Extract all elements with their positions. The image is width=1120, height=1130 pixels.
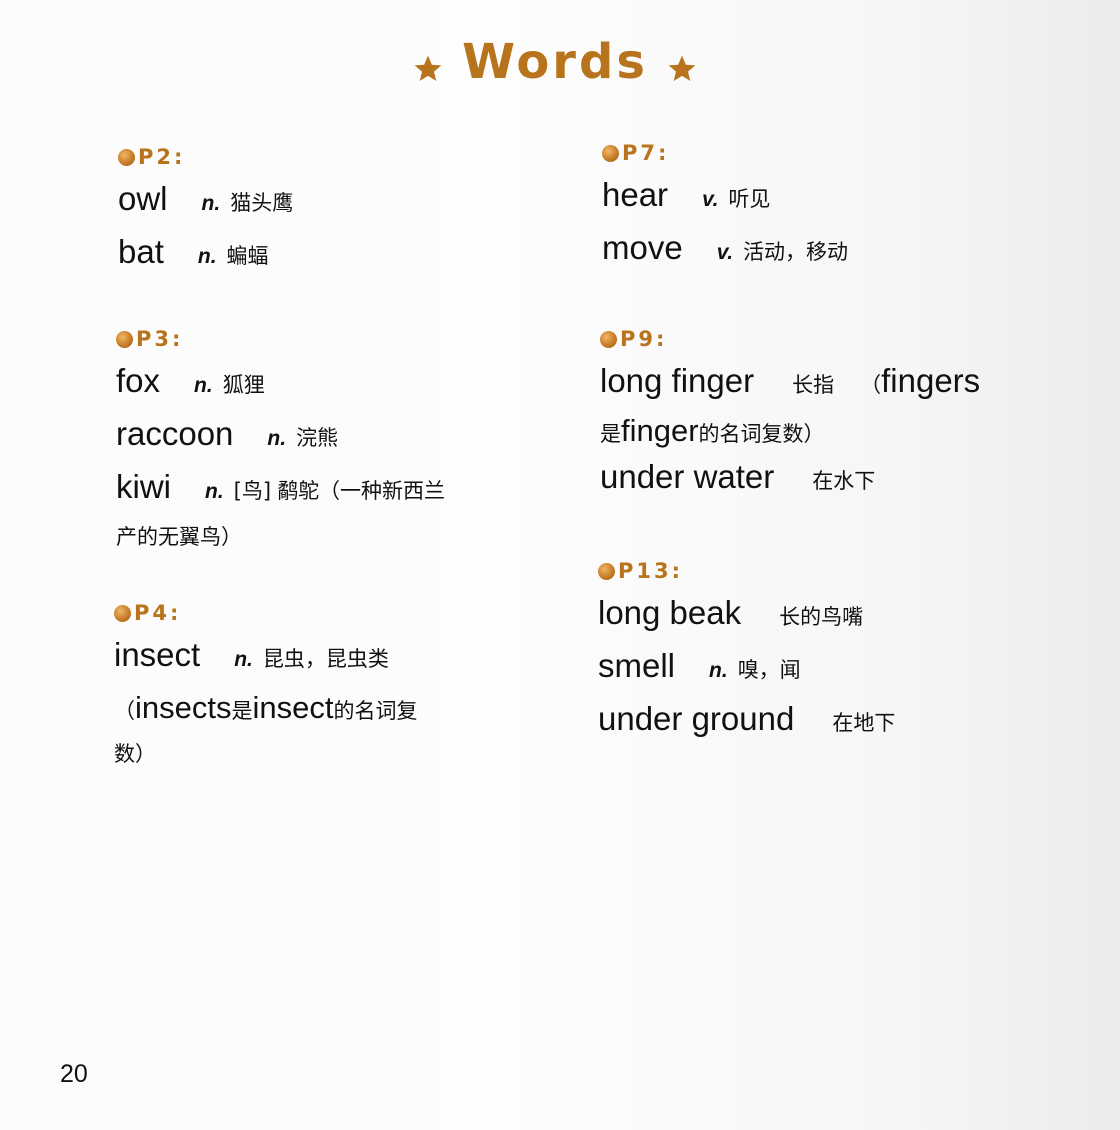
meaning: 听见 — [728, 187, 771, 211]
word: hear — [602, 176, 669, 213]
meaning: 嗅，闻 — [737, 658, 801, 682]
part-of-speech: n. — [197, 245, 217, 268]
word: bat — [118, 233, 164, 270]
note-text: 的名词复 — [333, 699, 418, 723]
note-word: finger — [621, 413, 699, 448]
word-entry: under ground 在地下 — [598, 696, 895, 749]
part-of-speech: n. — [201, 192, 221, 215]
word-entry: long finger 长指 （fingers — [600, 358, 980, 411]
note-open: （ — [114, 699, 135, 723]
part-of-speech: n. — [205, 480, 224, 503]
note-word: insect — [252, 690, 334, 725]
word: kiwi — [116, 468, 171, 505]
section-header: P4: — [114, 600, 417, 626]
word-entry: owl n. 猫头鹰 — [118, 176, 293, 229]
word: smell — [598, 647, 676, 684]
page-ref: P13: — [618, 559, 684, 583]
word: raccoon — [116, 415, 234, 452]
word-entry: bat n. 蝙蝠 — [118, 229, 293, 282]
word-entry: smell n. 嗅，闻 — [598, 643, 895, 696]
note-word: insects — [135, 690, 232, 725]
section-p9: P9: long finger 长指 （fingers 是finger的名词复数） … — [600, 326, 980, 507]
word-entry: insect n. 昆虫，昆虫类 — [114, 632, 417, 685]
star-icon — [669, 55, 696, 81]
note-word: fingers — [881, 362, 981, 399]
note-text: 是 — [231, 699, 253, 723]
meaning: 蝙蝠 — [226, 244, 269, 268]
word-entry: move v. 活动，移动 — [602, 225, 848, 278]
section-header: P3: — [116, 326, 445, 352]
meaning: 昆虫，昆虫类 — [262, 647, 389, 671]
word: long finger — [600, 362, 755, 399]
section-header: P7: — [602, 140, 848, 166]
meaning: 鹬鸵（一种新西兰 — [277, 479, 446, 503]
word-entry: hear v. 听见 — [602, 172, 848, 225]
part-of-speech: v. — [702, 188, 719, 211]
word-entry: under water 在水下 — [600, 454, 980, 507]
section-p13: P13: long beak 长的鸟嘴 smell n. 嗅，闻 under grou… — [598, 558, 895, 749]
note-open: （ — [860, 373, 882, 397]
word: long beak — [598, 594, 742, 631]
word-entry: kiwi n. [鸟] 鹬鸵（一种新西兰 — [116, 464, 445, 517]
word: under water — [600, 458, 775, 495]
section-p7: P7: hear v. 听见 move v. 活动，移动 — [602, 140, 848, 278]
meaning: 活动，移动 — [743, 240, 849, 264]
part-of-speech: n. — [709, 659, 728, 682]
word-entry: long beak 长的鸟嘴 — [598, 590, 895, 643]
plural-note: 是finger的名词复数） — [600, 411, 980, 454]
meaning-continuation: 产的无翼鸟） — [116, 525, 242, 549]
dot-icon — [116, 330, 133, 348]
page-ref: P4: — [134, 601, 182, 625]
plural-note: （insects是insect的名词复 — [114, 685, 417, 734]
word: under ground — [598, 700, 795, 737]
part-of-speech: v. — [716, 241, 734, 264]
plural-note-continuation: 数） — [114, 742, 156, 766]
dot-icon — [118, 148, 135, 166]
word: insect — [114, 636, 201, 673]
star-icon — [414, 55, 441, 81]
page-ref: P9: — [620, 327, 668, 351]
title-text: Words — [462, 34, 648, 90]
meaning: 狐狸 — [222, 373, 265, 397]
section-header: P13: — [598, 558, 895, 584]
section-header: P2: — [118, 144, 293, 170]
page-ref: P2: — [138, 145, 186, 169]
meaning: 浣熊 — [296, 426, 339, 450]
section-p2: P2: owl n. 猫头鹰 bat n. 蝙蝠 — [118, 144, 293, 282]
word-entry: fox n. 狐狸 — [116, 358, 445, 411]
dot-icon — [598, 562, 615, 580]
word: fox — [116, 362, 161, 399]
dot-icon — [114, 604, 131, 622]
meaning: 在水下 — [812, 469, 876, 493]
note-text: 是 — [600, 422, 621, 446]
meaning: 在地下 — [832, 711, 896, 735]
word: owl — [118, 180, 168, 217]
dot-icon — [600, 330, 617, 348]
meaning: 长指 — [792, 373, 835, 397]
page-ref: P3: — [136, 327, 184, 351]
meaning: 猫头鹰 — [230, 191, 294, 215]
category-bracket: [鸟] — [233, 479, 272, 503]
word: move — [602, 229, 683, 266]
part-of-speech: n. — [194, 374, 213, 397]
page-title: Words — [0, 34, 1110, 90]
section-p4: P4: insect n. 昆虫，昆虫类 （insects是insect的名词复 数… — [114, 600, 417, 774]
note-text: 的名词复数） — [698, 422, 825, 446]
dot-icon — [602, 144, 619, 162]
page-ref: P7: — [622, 141, 670, 165]
page-number: 20 — [60, 1060, 88, 1088]
section-p3: P3: fox n. 狐狸 raccoon n. 浣熊 kiwi n. [鸟] 鹬鸵（一种新西… — [116, 326, 445, 557]
meaning: 长的鸟嘴 — [779, 605, 864, 629]
section-header: P9: — [600, 326, 980, 352]
word-entry: raccoon n. 浣熊 — [116, 411, 445, 464]
part-of-speech: n. — [234, 648, 253, 671]
part-of-speech: n. — [267, 427, 287, 450]
